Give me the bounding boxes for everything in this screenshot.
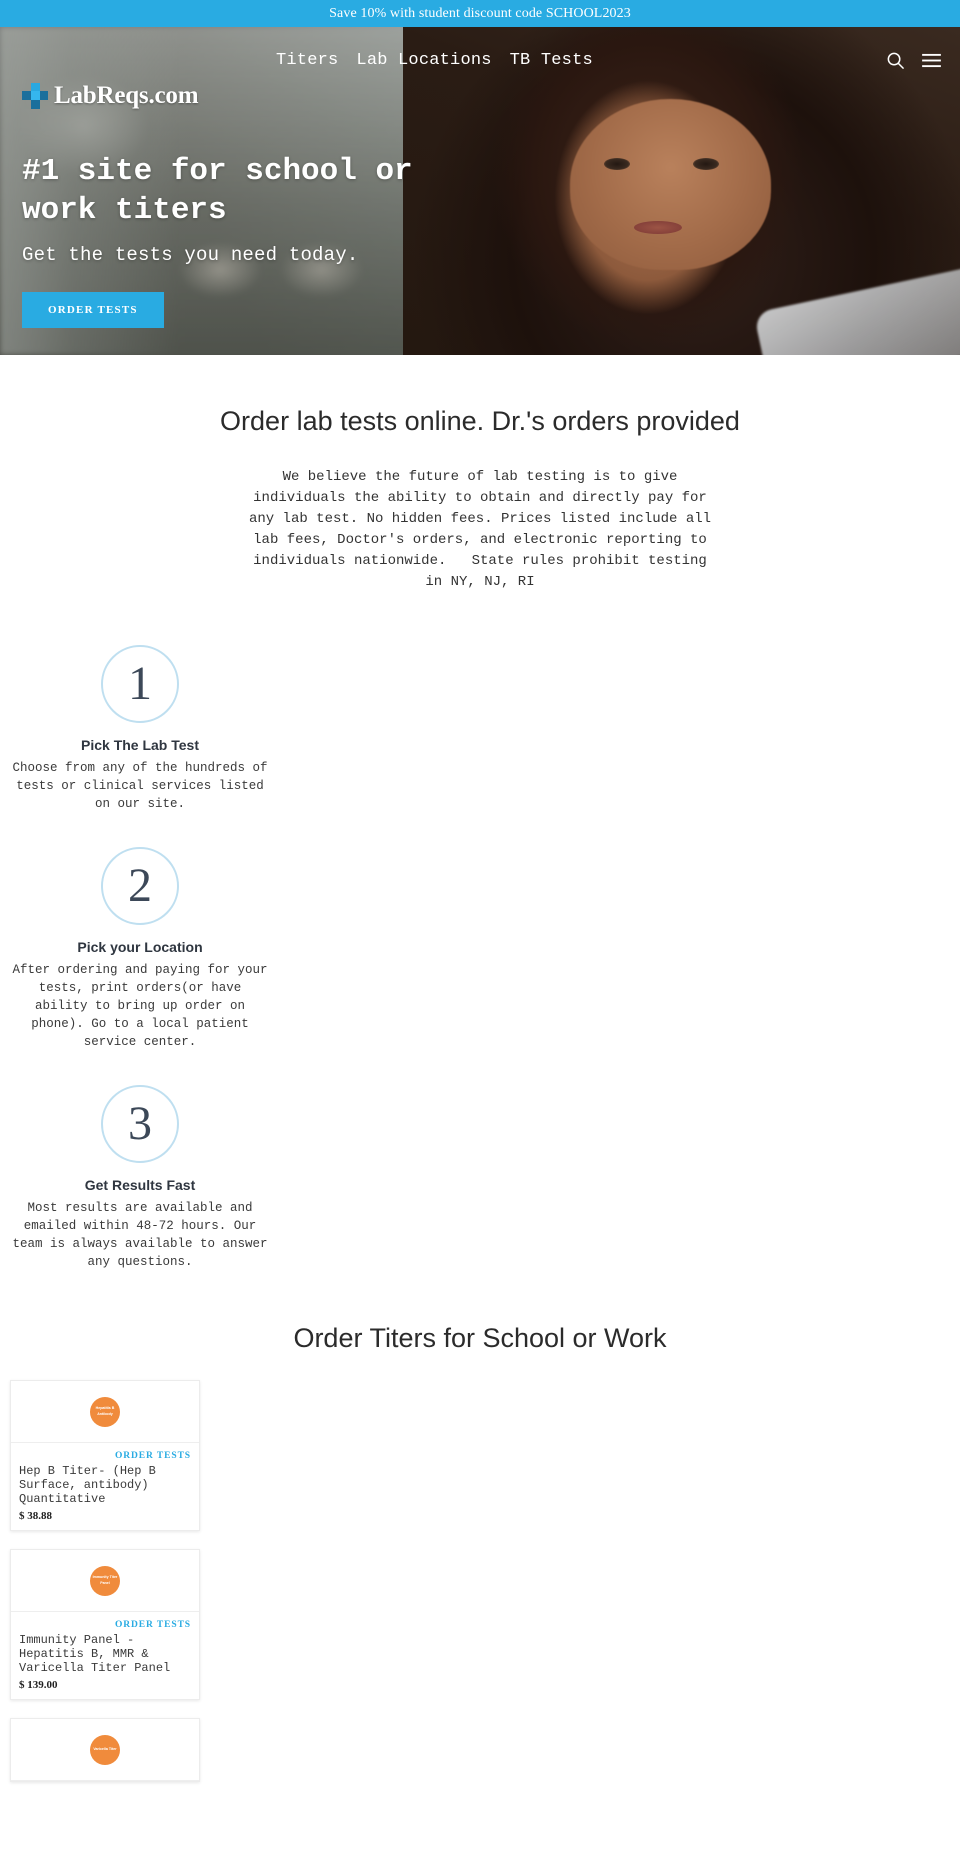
steps-section: 1 Pick The Lab Test Choose from any of t… bbox=[0, 645, 960, 1271]
page-root: Save 10% with student discount code SCHO… bbox=[0, 0, 960, 1875]
medical-cross-icon bbox=[22, 83, 48, 109]
product-name: Immunity Panel - Hepatitis B, MMR & Vari… bbox=[19, 1633, 171, 1675]
nav-icons bbox=[885, 50, 946, 70]
product-thumb-circle-icon: Immunity Titer Panel bbox=[90, 1565, 120, 1596]
product-card-body: ORDER TESTS Immunity Panel - Hepatitis B… bbox=[11, 1612, 199, 1699]
nav-item-lab-locations[interactable]: Lab Locations bbox=[356, 51, 491, 70]
step-item: 3 Get Results Fast Most results are avai… bbox=[0, 1085, 280, 1271]
intro-title: Order lab tests online. Dr.'s orders pro… bbox=[220, 406, 740, 436]
product-card-list: Hepatitis B Antibody ORDER TESTS Hep B T… bbox=[0, 1380, 960, 1782]
step-description: After ordering and paying for your tests… bbox=[12, 963, 268, 1049]
step-item: 1 Pick The Lab Test Choose from any of t… bbox=[0, 645, 280, 813]
step-item: 2 Pick your Location After ordering and … bbox=[0, 847, 280, 1051]
product-thumbnail: Varicella Titer bbox=[11, 1719, 199, 1781]
hero-title: #1 site for school or work titers bbox=[22, 154, 413, 228]
site-logo[interactable]: LabReqs.com bbox=[22, 82, 199, 110]
products-section-title: Order Titers for School or Work bbox=[293, 1323, 667, 1353]
product-thumbnail: Hepatitis B Antibody bbox=[11, 1381, 199, 1443]
intro-body: We believe the future of lab testing is … bbox=[248, 469, 720, 590]
search-icon[interactable] bbox=[885, 50, 905, 70]
announcement-bar: Save 10% with student discount code SCHO… bbox=[0, 0, 960, 27]
product-card[interactable]: Hepatitis B Antibody ORDER TESTS Hep B T… bbox=[10, 1380, 200, 1531]
step-description: Most results are available and emailed w… bbox=[12, 1201, 268, 1269]
hamburger-menu-icon[interactable] bbox=[921, 50, 941, 70]
hero-subtitle: Get the tests you need today. bbox=[22, 244, 359, 266]
hero-section: Titers Lab Locations TB Tests LabReqs.co… bbox=[0, 27, 960, 355]
step-number-badge: 2 bbox=[101, 847, 179, 925]
step-title: Pick The Lab Test bbox=[81, 737, 199, 753]
step-number-badge: 3 bbox=[101, 1085, 179, 1163]
step-description: Choose from any of the hundreds of tests… bbox=[12, 761, 268, 811]
product-price: $ 139.00 bbox=[19, 1679, 58, 1691]
step-number-badge: 1 bbox=[101, 645, 179, 723]
product-price: $ 38.88 bbox=[19, 1510, 52, 1522]
product-thumb-circle-icon: Varicella Titer bbox=[90, 1734, 120, 1765]
step-title: Pick your Location bbox=[77, 939, 203, 955]
portrait-eye-right bbox=[692, 158, 719, 171]
nav-item-titers[interactable]: Titers bbox=[276, 51, 338, 70]
announcement-text: Save 10% with student discount code SCHO… bbox=[329, 5, 631, 21]
product-order-tests-link[interactable]: ORDER TESTS bbox=[19, 1620, 191, 1630]
portrait-lips bbox=[634, 220, 683, 234]
portrait-lab-coat bbox=[753, 267, 960, 355]
step-title: Get Results Fast bbox=[84, 1177, 196, 1193]
product-card[interactable]: Immunity Titer Panel ORDER TESTS Immunit… bbox=[10, 1549, 200, 1700]
logo-text: LabReqs.com bbox=[54, 82, 199, 109]
nav-links: Titers Lab Locations TB Tests bbox=[276, 51, 593, 70]
product-card-body: ORDER TESTS Hep B Titer- (Hep B Surface,… bbox=[11, 1443, 199, 1530]
portrait-eye-left bbox=[603, 158, 630, 171]
product-card[interactable]: Varicella Titer bbox=[10, 1718, 200, 1782]
product-thumbnail: Immunity Titer Panel bbox=[11, 1550, 199, 1612]
hero-content: #1 site for school or work titers Get th… bbox=[22, 152, 422, 328]
hero-order-tests-button[interactable]: ORDER TESTS bbox=[22, 292, 164, 328]
product-order-tests-link[interactable]: ORDER TESTS bbox=[19, 1451, 191, 1461]
nav-item-tb-tests[interactable]: TB Tests bbox=[510, 51, 593, 70]
product-thumb-circle-icon: Hepatitis B Antibody bbox=[90, 1396, 120, 1427]
intro-section: Order lab tests online. Dr.'s orders pro… bbox=[0, 355, 960, 593]
product-name: Hep B Titer- (Hep B Surface, antibody) Q… bbox=[19, 1464, 156, 1506]
